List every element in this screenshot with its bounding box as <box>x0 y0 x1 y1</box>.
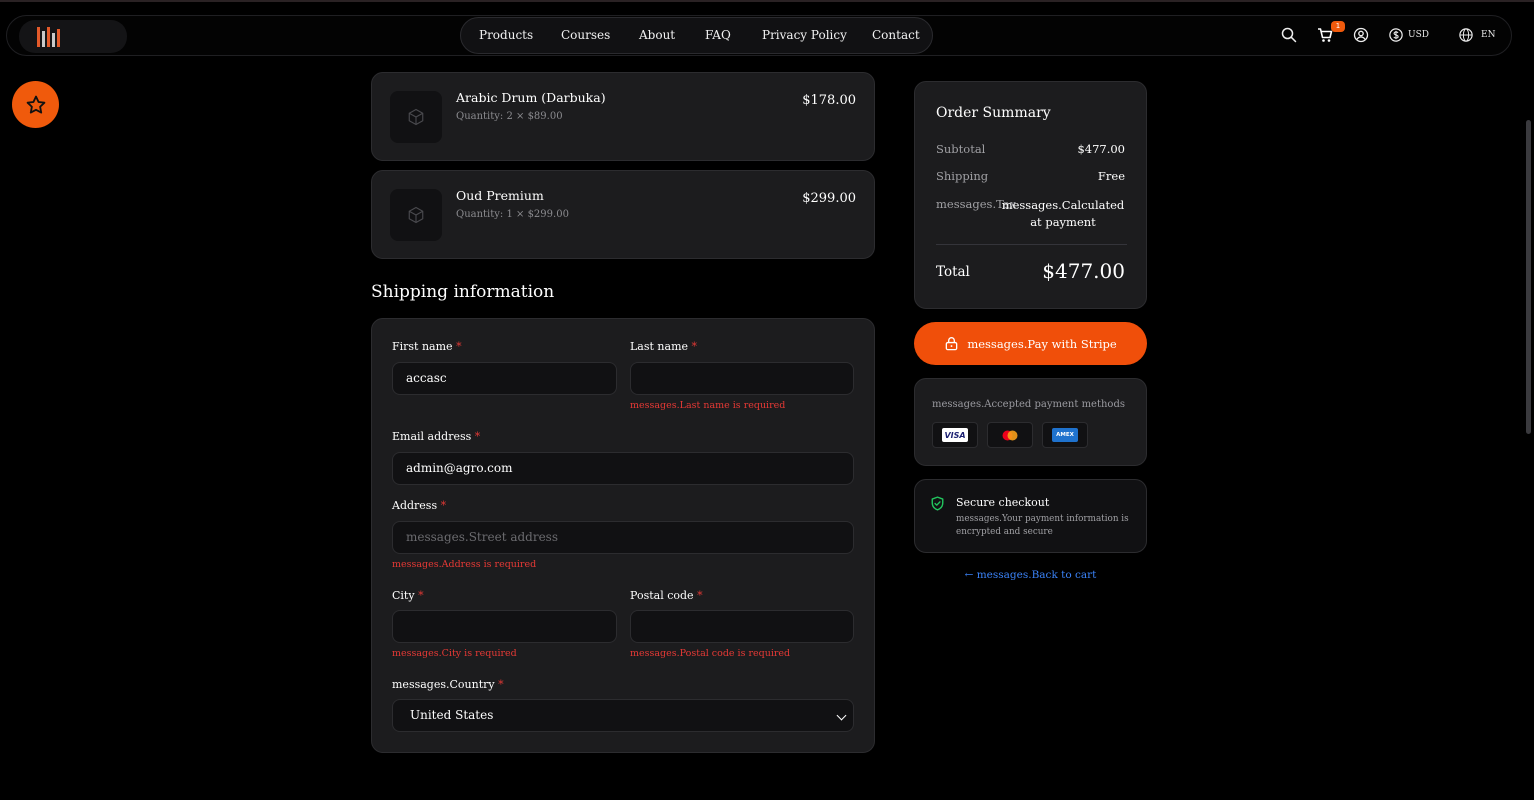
address-label: Address * <box>392 499 447 512</box>
postal-code-label: Postal code * <box>630 589 703 602</box>
pay-with-stripe-button[interactable]: messages.Pay with Stripe <box>914 322 1147 365</box>
total-label: Total <box>936 264 970 280</box>
country-label: messages.Country * <box>392 678 504 691</box>
city-label: City * <box>392 589 424 602</box>
product-thumbnail <box>390 91 442 143</box>
item-name: Oud Premium <box>456 188 544 203</box>
country-selected-value: United States <box>410 708 494 722</box>
country-select[interactable]: United States <box>392 699 854 732</box>
favorites-button[interactable] <box>12 81 59 128</box>
item-name: Arabic Drum (Darbuka) <box>456 90 606 105</box>
secure-checkout-title: Secure checkout <box>956 496 1050 509</box>
nav-privacy-policy[interactable]: Privacy Policy <box>762 28 847 42</box>
dollar-icon[interactable] <box>1389 28 1403 42</box>
item-price: $178.00 <box>802 93 856 108</box>
page-scrollbar[interactable] <box>1526 120 1531 434</box>
city-field[interactable] <box>392 610 617 643</box>
last-name-field[interactable] <box>630 362 854 395</box>
payment-methods: messages.Accepted payment methods VISA A… <box>914 378 1147 466</box>
visa-card: VISA <box>932 422 978 448</box>
chevron-down-icon <box>836 710 847 721</box>
secure-checkout-description: messages.Your payment information is enc… <box>956 514 1129 537</box>
mastercard-logo <box>1002 430 1018 440</box>
top-navbar: Products Courses About FAQ Privacy Polic… <box>6 15 1512 56</box>
mastercard-card <box>987 422 1033 448</box>
address-error: messages.Address is required <box>392 559 537 570</box>
top-edge-line <box>0 0 1534 2</box>
amex-logo: AMEX <box>1052 428 1078 442</box>
logo-icon <box>37 27 61 47</box>
address-field[interactable]: messages.Street address <box>392 521 854 554</box>
nav-contact[interactable]: Contact <box>872 28 920 42</box>
item-quantity: Quantity: 2 × $89.00 <box>456 111 563 122</box>
search-icon[interactable] <box>1281 27 1297 43</box>
logo[interactable] <box>19 20 127 53</box>
tax-value: messages.Calculated at payment <box>1001 198 1125 229</box>
city-error: messages.City is required <box>392 648 517 659</box>
cart-count-badge: 1 <box>1331 21 1345 32</box>
currency-selector[interactable]: USD <box>1408 30 1429 40</box>
globe-icon[interactable] <box>1459 28 1473 42</box>
payment-methods-label: messages.Accepted payment methods <box>932 399 1125 410</box>
postal-code-field[interactable] <box>630 610 854 643</box>
first-name-field[interactable]: accasc <box>392 362 617 395</box>
product-thumbnail <box>390 189 442 241</box>
pay-button-label: messages.Pay with Stripe <box>967 336 1117 351</box>
main-nav: Products Courses About FAQ Privacy Polic… <box>460 17 933 54</box>
subtotal-label: Subtotal <box>936 142 986 156</box>
nav-courses[interactable]: Courses <box>561 28 610 42</box>
nav-faq[interactable]: FAQ <box>705 28 731 42</box>
lock-icon <box>946 337 958 351</box>
back-to-cart-link[interactable]: ← messages.Back to cart <box>914 569 1147 581</box>
email-field[interactable]: admin@agro.com <box>392 452 854 485</box>
package-icon <box>408 108 424 126</box>
postal-code-error: messages.Postal code is required <box>630 648 791 659</box>
summary-title: Order Summary <box>936 105 1051 121</box>
subtotal-value: $477.00 <box>1077 142 1125 156</box>
cart-item: Arabic Drum (Darbuka) Quantity: 2 × $89.… <box>371 72 875 161</box>
cart-item: Oud Premium Quantity: 1 × $299.00 $299.0… <box>371 170 875 259</box>
shipping-value: Free <box>1097 169 1125 183</box>
summary-divider <box>936 244 1127 245</box>
user-icon[interactable] <box>1353 27 1369 43</box>
shipping-title: Shipping information <box>371 282 555 302</box>
shipping-form: First name * accasc Last name * messages… <box>371 318 875 753</box>
email-label: Email address * <box>392 430 481 443</box>
amex-card: AMEX <box>1042 422 1088 448</box>
item-price: $299.00 <box>802 191 856 206</box>
star-icon <box>26 95 45 114</box>
nav-products[interactable]: Products <box>479 28 533 42</box>
secure-checkout-box: Secure checkout messages.Your payment in… <box>914 479 1147 553</box>
language-selector[interactable]: EN <box>1481 30 1495 40</box>
first-name-label: First name * <box>392 340 462 353</box>
last-name-error: messages.Last name is required <box>630 400 786 411</box>
item-quantity: Quantity: 1 × $299.00 <box>456 209 569 220</box>
total-value: $477.00 <box>1042 259 1125 283</box>
nav-about[interactable]: About <box>639 28 675 42</box>
shield-check-icon <box>931 496 944 511</box>
package-icon <box>408 206 424 224</box>
visa-logo: VISA <box>942 428 968 442</box>
shipping-label: Shipping <box>936 169 989 183</box>
order-summary: Order Summary Subtotal $477.00 Shipping … <box>914 81 1147 309</box>
last-name-label: Last name * <box>630 340 698 353</box>
